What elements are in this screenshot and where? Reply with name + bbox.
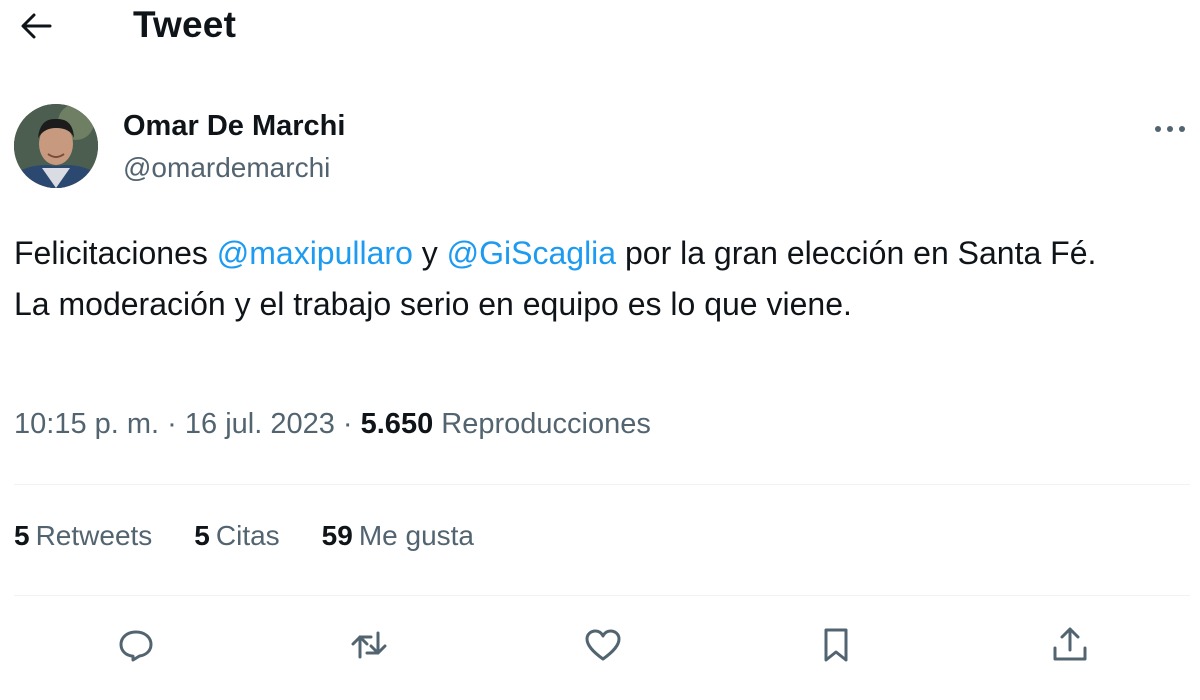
bookmark-button[interactable] xyxy=(806,615,866,675)
tweet-text-part: Felicitaciones xyxy=(14,235,217,271)
retweets-label: Retweets xyxy=(35,520,153,551)
retweet-icon xyxy=(351,631,387,659)
tweet-meta: 10:15 p. m. · 16 jul. 2023 · 5.650 Repro… xyxy=(14,408,651,441)
meta-separator: · xyxy=(159,408,185,440)
tweet-line-2: La moderación y el trabajo serio en equi… xyxy=(14,286,852,322)
tweet-time[interactable]: 10:15 p. m. xyxy=(14,408,159,440)
like-icon xyxy=(585,629,621,661)
like-button[interactable] xyxy=(573,615,633,675)
author-handle[interactable]: @omardemarchi xyxy=(123,152,330,184)
views-count: 5.650 xyxy=(360,408,434,440)
more-horizontal-icon xyxy=(1155,126,1185,132)
divider xyxy=(14,484,1190,485)
bookmark-icon xyxy=(824,628,848,662)
views-label: Reproducciones xyxy=(441,408,651,440)
share-icon xyxy=(1053,627,1087,661)
quotes-stat[interactable]: 5 Citas xyxy=(194,520,279,552)
divider xyxy=(14,595,1190,596)
tweet-stats: 5 Retweets 5 Citas 59 Me gusta xyxy=(14,520,474,552)
back-button[interactable] xyxy=(14,8,58,44)
tweet-text-part: por la gran elección en Santa Fé. xyxy=(616,235,1097,271)
reply-icon xyxy=(119,630,153,662)
retweets-stat[interactable]: 5 Retweets xyxy=(14,520,152,552)
reply-button[interactable] xyxy=(106,615,166,675)
mention-maxipullaro[interactable]: @maxipullaro xyxy=(217,235,413,271)
more-button[interactable] xyxy=(1150,114,1190,144)
author-name[interactable]: Omar De Marchi xyxy=(123,110,345,143)
likes-stat[interactable]: 59 Me gusta xyxy=(322,520,474,552)
tweet-text: Felicitaciones @maxipullaro y @GiScaglia… xyxy=(14,228,1184,330)
tweet-line-1: Felicitaciones @maxipullaro y @GiScaglia… xyxy=(14,228,1184,279)
avatar[interactable] xyxy=(14,104,98,188)
action-bar xyxy=(0,615,1200,675)
retweet-button[interactable] xyxy=(339,615,399,675)
retweets-count: 5 xyxy=(14,520,30,551)
arrow-left-icon xyxy=(21,13,52,39)
share-button[interactable] xyxy=(1040,615,1100,675)
mention-giscaglia[interactable]: @GiScaglia xyxy=(447,235,616,271)
likes-count: 59 xyxy=(321,520,353,551)
tweet-text-part: y xyxy=(412,235,447,271)
likes-label: Me gusta xyxy=(358,520,474,551)
tweet-date[interactable]: 16 jul. 2023 xyxy=(185,408,335,440)
header: Tweet xyxy=(0,0,1200,60)
page-title: Tweet xyxy=(133,4,237,45)
meta-separator: · xyxy=(334,408,361,440)
avatar-photo xyxy=(14,104,98,188)
quotes-count: 5 xyxy=(194,520,210,551)
tweet-author: Omar De Marchi @omardemarchi xyxy=(14,104,1200,194)
quotes-label: Citas xyxy=(215,520,280,551)
